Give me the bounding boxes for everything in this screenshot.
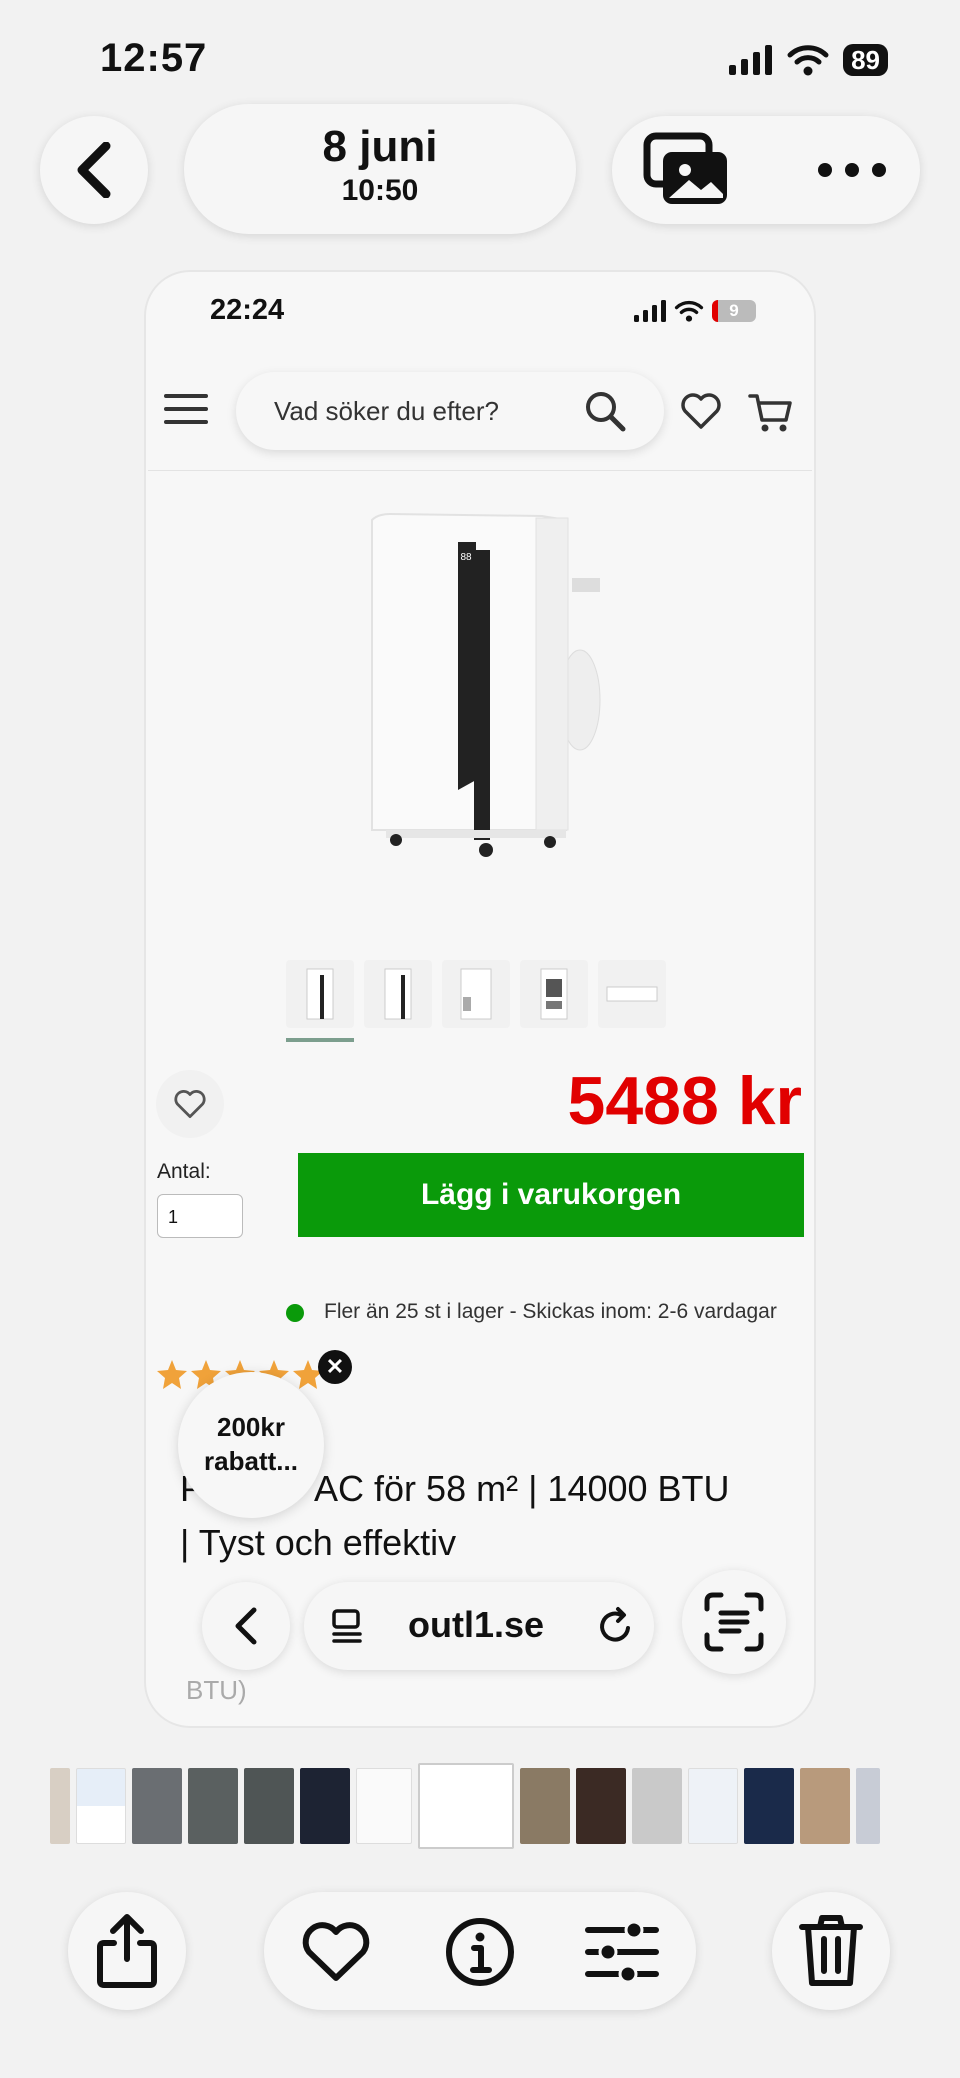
back-button[interactable] [40,116,148,224]
quantity-label: Antal: [157,1160,211,1183]
search-placeholder: Vad söker du efter? [274,396,499,426]
filmstrip-thumb[interactable] [356,1768,412,1844]
product-image[interactable]: 88 [250,490,710,910]
action-bar [264,1892,696,2010]
date-header[interactable]: 8 juni 10:50 [184,104,576,234]
signal-icon [729,45,773,75]
filmstrip-thumb[interactable] [576,1768,626,1844]
date-time: 10:50 [341,174,419,207]
promo-bubble[interactable]: 200kr rabatt... [178,1372,324,1518]
filmstrip-thumb[interactable] [50,1768,70,1844]
filmstrip-thumb[interactable] [244,1768,294,1844]
product-title-line2: | Tyst och effektiv [180,1522,457,1563]
thumbnail-5[interactable] [598,960,666,1028]
product-price: 5488 kr [567,1063,802,1139]
browser-chevron-left-icon [235,1607,257,1645]
filmstrip-thumb[interactable] [188,1768,238,1844]
inner-status-time: 22:24 [210,294,285,326]
inner-battery: 9 [712,300,756,322]
svg-text:88: 88 [460,552,472,563]
nav-divider [148,470,812,471]
inner-status-icons: 9 [634,300,756,322]
favorite-heart-icon[interactable] [300,1920,372,1984]
filmstrip-thumb[interactable] [744,1768,794,1844]
browser-back-button[interactable] [202,1582,290,1670]
browser-url: outl1.se [408,1604,545,1645]
stock-status-text: Fler än 25 st i lager - Skickas inom: 2-… [324,1300,777,1323]
more-dots-icon [818,163,886,177]
reload-icon[interactable] [596,1606,636,1646]
menu-button[interactable] [164,392,208,431]
filmstrip-thumb[interactable] [856,1768,880,1844]
thumbnail-1[interactable] [286,960,354,1028]
wishlist-heart-icon[interactable] [680,392,722,430]
more-button[interactable] [812,140,892,200]
search-icon[interactable] [584,390,626,432]
filmstrip-thumb[interactable] [688,1768,738,1844]
thumbnail-active-indicator [286,1038,354,1042]
search-input[interactable]: Vad söker du efter? [236,372,664,450]
cart-icon[interactable] [748,390,792,434]
status-time: 12:57 [100,36,208,80]
info-icon[interactable] [444,1916,516,1988]
status-icons: 89 [729,44,888,76]
filmstrip-thumb-current[interactable] [418,1763,514,1849]
thumbnail-strip [286,960,666,1028]
browser-address-bar[interactable]: outl1.se [304,1582,654,1670]
header-actions [612,116,920,224]
chevron-left-icon [77,142,111,198]
add-to-cart-button[interactable]: Lägg i varukorgen [298,1153,804,1237]
gallery-button[interactable] [642,130,732,210]
filmstrip-thumb[interactable] [76,1768,126,1844]
trash-icon [799,1915,863,1986]
feature-bullet-line2: BTU) [186,1675,247,1705]
wifi-icon [787,45,829,76]
promo-close-button[interactable]: ✕ [318,1350,352,1384]
thumbnail-3[interactable] [442,960,510,1028]
filmstrip-thumb[interactable] [132,1768,182,1844]
delete-button[interactable] [772,1892,890,2010]
favorite-button[interactable] [156,1070,224,1138]
share-icon [97,1914,157,1988]
date-title: 8 juni [322,122,438,171]
reader-icon [332,1609,362,1643]
filmstrip-thumb[interactable] [520,1768,570,1844]
battery-indicator: 89 [843,44,888,76]
inner-wifi-icon [674,300,704,322]
adjust-sliders-icon[interactable] [584,1918,660,1986]
promo-line1: 200kr [217,1412,285,1442]
thumbnail-4[interactable] [520,960,588,1028]
stock-status-dot [286,1304,304,1322]
filmstrip-thumb[interactable] [800,1768,850,1844]
filmstrip-thumb[interactable] [632,1768,682,1844]
product-title-line1: AC för 58 m² | 14000 BTU [314,1468,730,1509]
text-scan-icon [704,1592,764,1652]
heart-outline-icon [174,1090,206,1119]
share-button[interactable] [68,1892,186,2010]
promo-line2: rabatt... [204,1446,298,1476]
thumbnail-2[interactable] [364,960,432,1028]
filmstrip-thumb[interactable] [300,1768,350,1844]
photos-icon [643,132,727,204]
photo-film-strip [50,1763,880,1849]
hamburger-icon [164,394,208,424]
quantity-input[interactable]: 1 [157,1194,243,1238]
inner-signal-icon [634,300,666,322]
live-text-button[interactable] [682,1570,786,1674]
